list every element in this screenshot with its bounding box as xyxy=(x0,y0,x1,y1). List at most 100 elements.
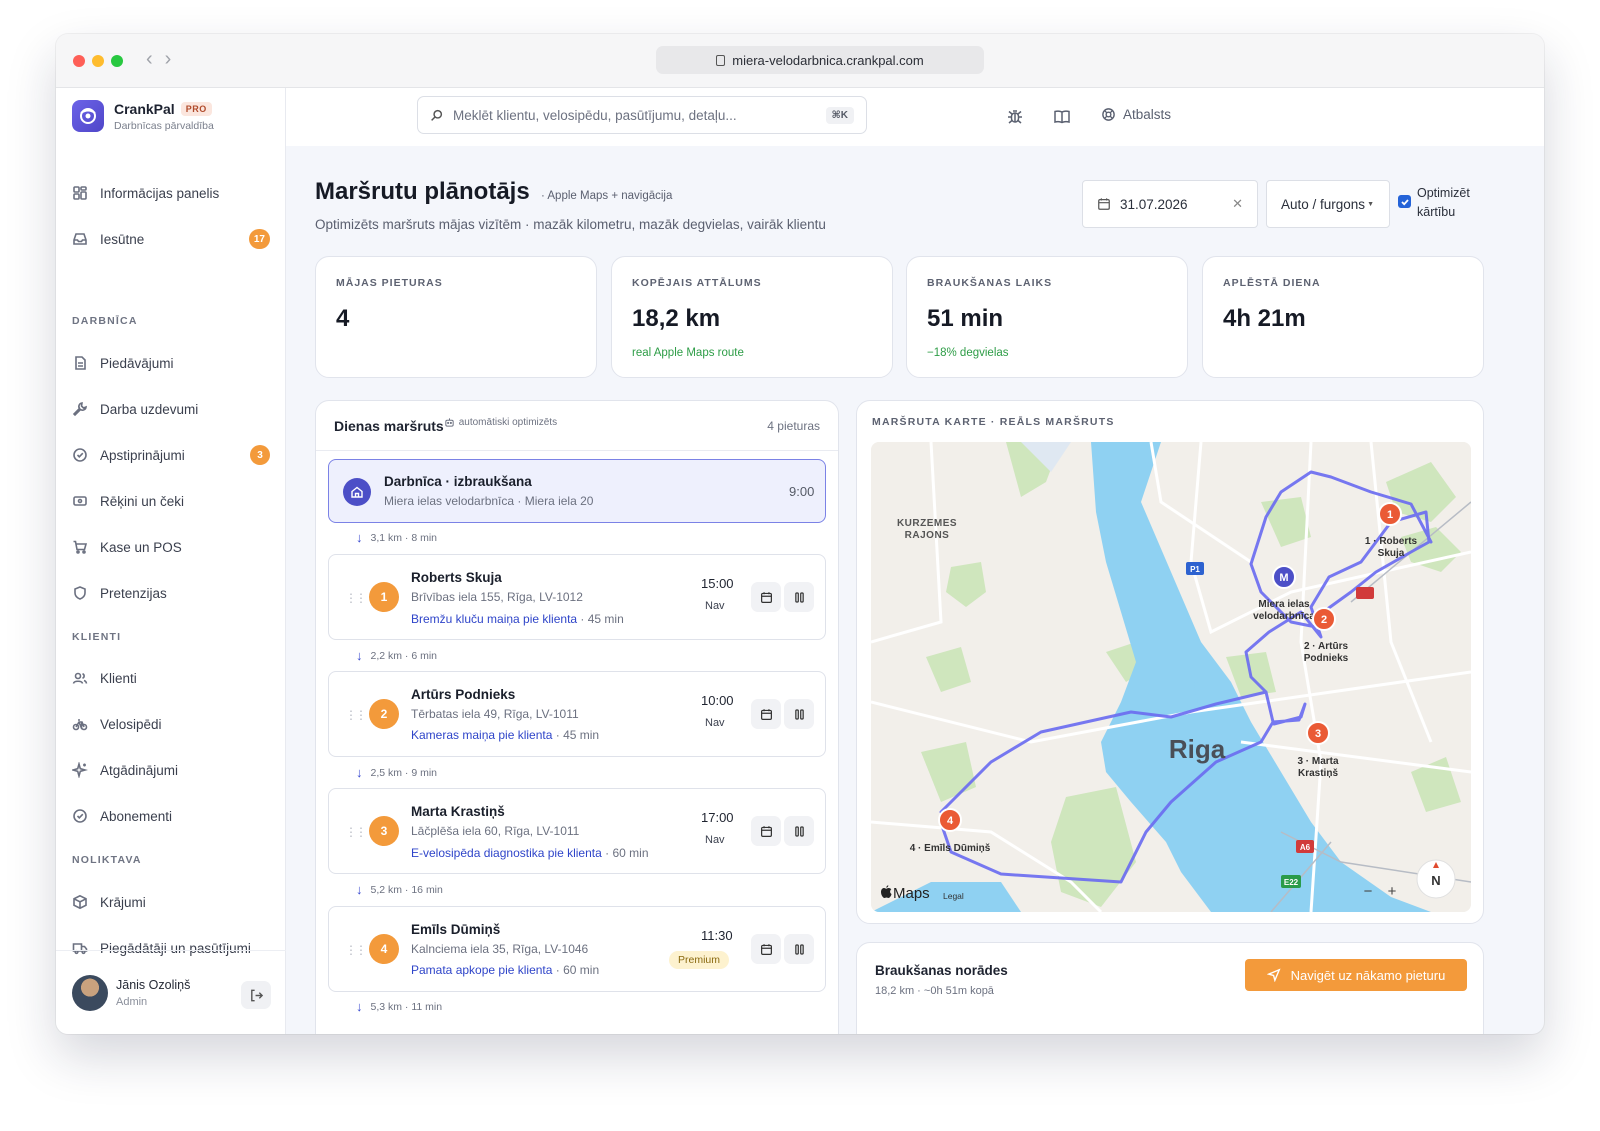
bug-report-button[interactable] xyxy=(1006,108,1024,131)
drag-handle-icon[interactable]: ⋮⋮ xyxy=(345,825,367,839)
user-panel: Jānis Ozoliņš Admin xyxy=(56,950,286,1034)
route-title: Dienas maršruts xyxy=(334,417,444,434)
sidebar-item-clients[interactable]: Klienti xyxy=(72,661,270,695)
sidebar-item-label: Krājumi xyxy=(100,894,146,910)
sidebar: CrankPal PRO Darbnīcas pārvaldība Informā… xyxy=(56,88,286,1034)
map-canvas: KURZEMES RAJONS Riga P1 A6 E22 M Miera i… xyxy=(871,442,1471,912)
search-input[interactable]: Meklēt klientu, velosipēdu, pasūtījumu, … xyxy=(417,96,867,134)
map-title: MARŠRUTA KARTE · REĀLS MARŠRUTS xyxy=(872,416,1115,428)
directions-summary: 18,2 km · ~0h 51m kopā xyxy=(875,985,994,997)
stop-service[interactable]: Pamata apkope pie klienta · 60 min xyxy=(411,963,599,977)
service-duration: · 60 min xyxy=(555,963,600,977)
pause-button[interactable] xyxy=(784,934,814,964)
docs-button[interactable] xyxy=(1053,108,1071,131)
route-leg: ↓ 5,3 km · 11 min xyxy=(356,999,442,1014)
drag-handle-icon[interactable]: ⋮⋮ xyxy=(345,708,367,722)
workshop-label-line2: velodarbnīca xyxy=(1253,611,1315,622)
pause-button[interactable] xyxy=(784,816,814,846)
sidebar-item-reminders[interactable]: Atgādinājumi xyxy=(72,753,270,787)
drag-handle-icon[interactable]: ⋮⋮ xyxy=(345,591,367,605)
sidebar-item-invoices[interactable]: Rēķini un čeki xyxy=(72,484,270,518)
maximize-window-button[interactable] xyxy=(111,55,123,67)
route-map[interactable]: KURZEMES RAJONS Riga P1 A6 E22 M Miera i… xyxy=(871,442,1471,912)
brand[interactable]: CrankPal PRO Darbnīcas pārvaldība xyxy=(72,100,214,132)
sidebar-item-bikes[interactable]: Velosipēdi xyxy=(72,707,270,741)
navigate-button-label: Navigēt uz nākamo pieturu xyxy=(1290,967,1446,983)
stop-marker-label: 3 · Marta xyxy=(1297,756,1339,767)
optimize-order-toggle[interactable]: Optimizēt kārtību xyxy=(1398,184,1470,222)
zoom-in-button[interactable]: + xyxy=(1388,883,1397,900)
stop-time: 11:30 xyxy=(701,928,733,943)
minimize-window-button[interactable] xyxy=(92,55,104,67)
zoom-out-button[interactable]: − xyxy=(1364,883,1373,900)
service-name: Pamata apkope pie klienta xyxy=(411,963,553,977)
pause-button[interactable] xyxy=(784,582,814,612)
stat-value: 4 xyxy=(336,305,350,332)
stop-marker-label: Podnieks xyxy=(1304,653,1349,664)
stop-day: Nav xyxy=(705,834,725,846)
compass-label: N xyxy=(1431,873,1440,888)
sidebar-item-inbox[interactable]: Iesūtne 17 xyxy=(72,222,270,256)
route-leg: ↓ 5,2 km · 16 min xyxy=(356,882,443,897)
route-stop-card[interactable]: ⋮⋮ 2 Artūrs Podnieks Tērbatas iela 49, R… xyxy=(328,671,826,757)
user-name: Jānis Ozoliņš xyxy=(116,978,191,992)
pause-button[interactable] xyxy=(784,699,814,729)
route-stop-card[interactable]: ⋮⋮ 4 Emīls Dūmiņš Kalnciema iela 35, Rīg… xyxy=(328,906,826,992)
pause-icon xyxy=(794,825,804,837)
schedule-button[interactable] xyxy=(751,816,781,846)
logout-button[interactable] xyxy=(241,981,271,1009)
sidebar-item-work-orders[interactable]: Darba uzdevumi xyxy=(72,392,270,426)
home-icon xyxy=(343,478,371,506)
check-circle-icon xyxy=(73,809,87,823)
clear-date-icon[interactable]: ✕ xyxy=(1232,196,1243,212)
arrow-down-icon: ↓ xyxy=(356,648,363,663)
stop-day: Nav xyxy=(705,600,725,612)
brand-name: CrankPal xyxy=(114,100,175,117)
drag-handle-icon[interactable]: ⋮⋮ xyxy=(345,943,367,957)
route-stop-card[interactable]: ⋮⋮ 3 Marta Krastiņš Lāčplēša iela 60, Rī… xyxy=(328,788,826,874)
stop-address: Tērbatas iela 49, Rīga, LV-1011 xyxy=(411,707,579,721)
sidebar-item-quotes[interactable]: Piedāvājumi xyxy=(72,346,270,380)
url-bar[interactable]: miera-velodarbnica.crankpal.com xyxy=(656,46,984,74)
arrow-down-icon: ↓ xyxy=(356,882,363,897)
forward-arrow-icon[interactable]: › xyxy=(165,48,172,71)
stop-marker-label: Skuja xyxy=(1378,548,1405,559)
stop-name: Artūrs Podnieks xyxy=(411,687,516,702)
box-icon xyxy=(73,894,87,910)
url-text: miera-velodarbnica.crankpal.com xyxy=(732,52,924,68)
schedule-button[interactable] xyxy=(751,582,781,612)
date-picker[interactable]: 31.07.2026 ✕ xyxy=(1082,180,1258,228)
route-stop-card[interactable]: ⋮⋮ 1 Roberts Skuja Brīvības iela 155, Rī… xyxy=(328,554,826,640)
sidebar-item-inventory[interactable]: Krājumi xyxy=(72,885,270,919)
sidebar-item-pos[interactable]: Kase un POS xyxy=(72,530,270,564)
browser-nav: ‹ › xyxy=(146,48,171,71)
stop-service[interactable]: Bremžu kluču maiņa pie klienta · 45 min xyxy=(411,612,624,626)
stat-card-estimated-day: APLĒSTĀ DIENA 4h 21m xyxy=(1202,256,1484,378)
sidebar-item-label: Klienti xyxy=(100,670,137,686)
sidebar-item-approvals[interactable]: Apstiprinājumi 3 xyxy=(72,438,270,472)
navigate-next-stop-button[interactable]: Navigēt uz nākamo pieturu xyxy=(1245,959,1467,991)
search-icon xyxy=(431,109,443,121)
back-arrow-icon[interactable]: ‹ xyxy=(146,48,153,71)
logout-icon xyxy=(250,989,263,1001)
route-start-card[interactable]: Darbnīca · izbraukšana Miera ielas velod… xyxy=(328,459,826,523)
stat-value: 4h 21m xyxy=(1223,305,1306,332)
calendar-icon xyxy=(1098,198,1110,210)
optimize-checkbox[interactable] xyxy=(1398,195,1411,208)
sidebar-item-dashboard[interactable]: Informācijas panelis xyxy=(72,176,270,210)
schedule-button[interactable] xyxy=(751,934,781,964)
close-window-button[interactable] xyxy=(73,55,85,67)
support-link[interactable]: Atbalsts xyxy=(1101,107,1171,122)
stop-service[interactable]: E-velosipēda diagnostika pie klienta · 6… xyxy=(411,846,649,860)
service-name: Kameras maiņa pie klienta xyxy=(411,728,553,742)
legal-link[interactable]: Legal xyxy=(943,891,964,901)
route-stop-count: 4 pieturas xyxy=(767,418,820,433)
avatar[interactable] xyxy=(72,975,108,1011)
window-controls xyxy=(73,55,123,67)
stop-service[interactable]: Kameras maiņa pie klienta · 45 min xyxy=(411,728,599,742)
vehicle-select[interactable]: Auto / furgons ▼ xyxy=(1266,180,1390,228)
optimize-label-line1: Optimizēt xyxy=(1417,186,1470,200)
schedule-button[interactable] xyxy=(751,699,781,729)
sidebar-item-subscriptions[interactable]: Abonementi xyxy=(72,799,270,833)
sidebar-item-claims[interactable]: Pretenzijas xyxy=(72,576,270,610)
